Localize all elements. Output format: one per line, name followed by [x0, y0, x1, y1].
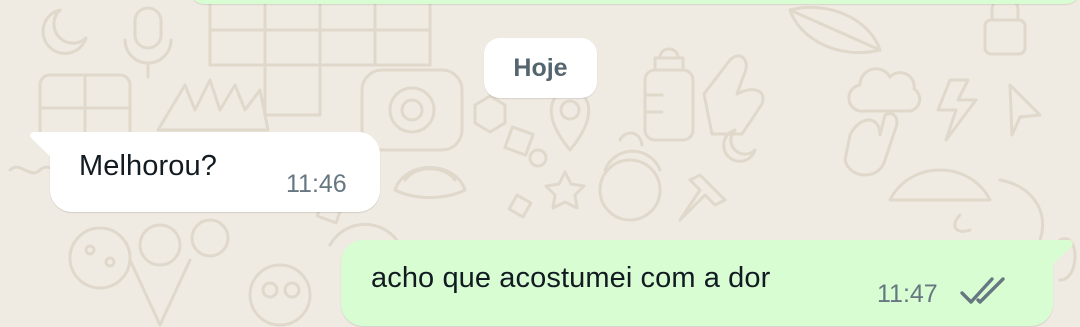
- incoming-message-bubble[interactable]: Melhorou? 11:46: [30, 132, 380, 212]
- previous-outgoing-bubble-edge: [190, 0, 1080, 4]
- date-separator-chip: Hoje: [484, 38, 597, 98]
- crossword-doodle: [208, 0, 432, 117]
- outgoing-message-bubble[interactable]: acho que acostumei com a dor 11:47: [341, 240, 1073, 326]
- message-timestamp: 11:47: [877, 280, 938, 308]
- incoming-bubble-tail: [30, 132, 52, 158]
- outgoing-bubble-tail: [1051, 240, 1073, 266]
- date-separator-label: Hoje: [513, 53, 568, 82]
- message-text: acho que acostumei com a dor: [371, 262, 771, 294]
- message-text: Melhorou?: [79, 150, 217, 182]
- double-check-icon: [960, 277, 1005, 304]
- message-timestamp: 11:46: [286, 170, 347, 198]
